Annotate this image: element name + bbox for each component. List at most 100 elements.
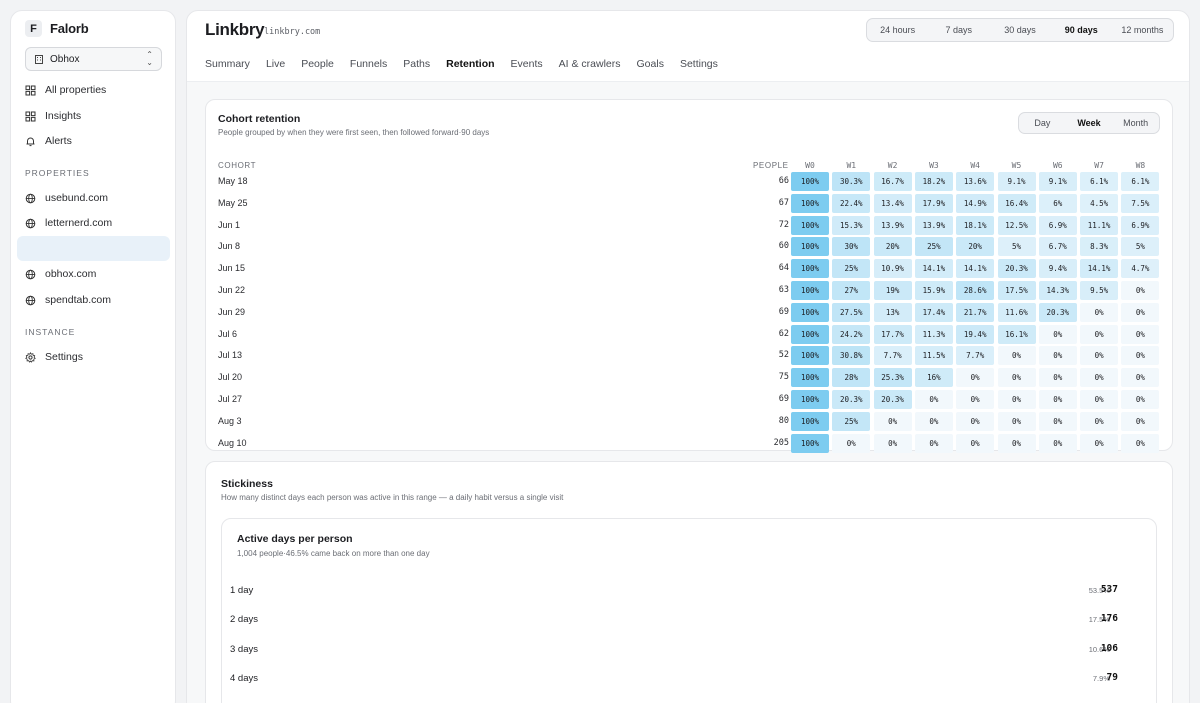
range-24-hours[interactable]: 24 hours [867, 19, 928, 41]
retention-cell[interactable]: 9.4% [1038, 259, 1077, 279]
retention-cell[interactable]: 100% [791, 193, 829, 213]
org-switcher[interactable]: Obhox ⌃ ⌄ [25, 47, 162, 71]
retention-cell[interactable]: 11.6% [997, 302, 1036, 322]
retention-cell[interactable]: 0% [1038, 368, 1077, 388]
retention-cell[interactable]: 30.3% [832, 172, 871, 191]
retention-cell[interactable]: 0% [1038, 433, 1077, 453]
retention-cell[interactable]: 9.5% [1080, 281, 1119, 300]
retention-cell[interactable]: 100% [791, 259, 829, 279]
property-letternerd[interactable]: letternerd.com [25, 212, 170, 234]
retention-cell[interactable]: 0% [1121, 302, 1160, 322]
tab-people[interactable]: People [301, 58, 334, 70]
retention-cell[interactable]: 100% [791, 390, 829, 409]
retention-cell[interactable]: 0% [1121, 281, 1160, 300]
retention-cell[interactable]: 25% [832, 411, 871, 431]
tab-retention[interactable]: Retention [446, 58, 494, 70]
retention-cell[interactable]: 6.9% [1038, 215, 1077, 235]
granularity-day[interactable]: Day [1019, 113, 1066, 133]
retention-cell[interactable]: 30% [832, 237, 871, 257]
retention-cell[interactable]: 0% [914, 411, 953, 431]
retention-cell[interactable]: 16.1% [997, 324, 1036, 344]
retention-cell[interactable]: 20% [956, 237, 995, 257]
retention-cell[interactable]: 0% [1080, 302, 1119, 322]
retention-cell[interactable]: 13.9% [873, 215, 912, 235]
retention-cell[interactable]: 20.3% [1038, 302, 1077, 322]
property-spendtab[interactable]: spendtab.com [25, 289, 170, 311]
retention-cell[interactable]: 100% [791, 237, 829, 257]
property-selected[interactable] [17, 236, 170, 261]
retention-cell[interactable]: 25% [914, 237, 953, 257]
retention-cell[interactable]: 9.1% [1038, 172, 1077, 191]
retention-cell[interactable]: 0% [997, 368, 1036, 388]
retention-cell[interactable]: 7.7% [873, 346, 912, 366]
retention-cell[interactable]: 0% [914, 390, 953, 409]
retention-cell[interactable]: 0% [1080, 324, 1119, 344]
retention-cell[interactable]: 11.1% [1080, 215, 1119, 235]
range-90-days[interactable]: 90 days [1051, 19, 1112, 41]
retention-cell[interactable]: 14.9% [956, 193, 995, 213]
tab-goals[interactable]: Goals [637, 58, 664, 70]
retention-cell[interactable]: 0% [956, 411, 995, 431]
retention-cell[interactable]: 6% [1038, 193, 1077, 213]
retention-cell[interactable]: 15.9% [914, 281, 953, 300]
tab-live[interactable]: Live [266, 58, 285, 70]
retention-cell[interactable]: 0% [832, 433, 871, 453]
retention-cell[interactable]: 20.3% [873, 390, 912, 409]
retention-cell[interactable]: 20.3% [997, 259, 1036, 279]
tab-settings[interactable]: Settings [680, 58, 718, 70]
retention-cell[interactable]: 5% [997, 237, 1036, 257]
retention-cell[interactable]: 0% [997, 390, 1036, 409]
retention-cell[interactable]: 100% [791, 324, 829, 344]
retention-cell[interactable]: 13.4% [873, 193, 912, 213]
retention-cell[interactable]: 0% [873, 411, 912, 431]
retention-cell[interactable]: 19% [873, 281, 912, 300]
retention-cell[interactable]: 0% [1038, 390, 1077, 409]
retention-cell[interactable]: 17.5% [997, 281, 1036, 300]
retention-cell[interactable]: 100% [791, 215, 829, 235]
retention-cell[interactable]: 11.3% [914, 324, 953, 344]
range-12-months[interactable]: 12 months [1112, 19, 1173, 41]
retention-cell[interactable]: 9.1% [997, 172, 1036, 191]
retention-cell[interactable]: 7.7% [956, 346, 995, 366]
range-30-days[interactable]: 30 days [989, 19, 1050, 41]
retention-cell[interactable]: 16% [914, 368, 953, 388]
retention-cell[interactable]: 20% [873, 237, 912, 257]
retention-cell[interactable]: 0% [1080, 390, 1119, 409]
retention-cell[interactable]: 14.3% [1038, 281, 1077, 300]
nav-alerts[interactable]: Alerts [25, 130, 170, 152]
retention-cell[interactable]: 18.2% [914, 172, 953, 191]
retention-cell[interactable]: 0% [1080, 433, 1119, 453]
retention-cell[interactable]: 0% [956, 390, 995, 409]
retention-cell[interactable]: 20.3% [832, 390, 871, 409]
retention-cell[interactable]: 11.5% [914, 346, 953, 366]
retention-cell[interactable]: 6.1% [1121, 172, 1160, 191]
range-7-days[interactable]: 7 days [928, 19, 989, 41]
tab-ai-crawlers[interactable]: AI & crawlers [559, 58, 621, 70]
retention-cell[interactable]: 0% [1080, 411, 1119, 431]
granularity-week[interactable]: Week [1066, 113, 1113, 133]
retention-cell[interactable]: 0% [914, 433, 953, 453]
retention-cell[interactable]: 0% [1080, 368, 1119, 388]
retention-cell[interactable]: 13.9% [914, 215, 953, 235]
retention-cell[interactable]: 0% [1121, 368, 1160, 388]
retention-cell[interactable]: 0% [1121, 411, 1160, 431]
retention-cell[interactable]: 17.4% [914, 302, 953, 322]
retention-cell[interactable]: 28% [832, 368, 871, 388]
retention-cell[interactable]: 5% [1121, 237, 1160, 257]
retention-cell[interactable]: 8.3% [1080, 237, 1119, 257]
retention-cell[interactable]: 13% [873, 302, 912, 322]
retention-cell[interactable]: 14.1% [956, 259, 995, 279]
retention-cell[interactable]: 14.1% [914, 259, 953, 279]
retention-cell[interactable]: 13.6% [956, 172, 995, 191]
retention-cell[interactable]: 0% [997, 346, 1036, 366]
retention-cell[interactable]: 4.5% [1080, 193, 1119, 213]
retention-cell[interactable]: 0% [997, 411, 1036, 431]
retention-cell[interactable]: 0% [956, 368, 995, 388]
retention-cell[interactable]: 0% [1121, 346, 1160, 366]
retention-cell[interactable]: 17.9% [914, 193, 953, 213]
retention-cell[interactable]: 4.7% [1121, 259, 1160, 279]
retention-cell[interactable]: 7.5% [1121, 193, 1160, 213]
retention-cell[interactable]: 0% [1121, 433, 1160, 453]
retention-cell[interactable]: 27.5% [832, 302, 871, 322]
tab-paths[interactable]: Paths [403, 58, 430, 70]
